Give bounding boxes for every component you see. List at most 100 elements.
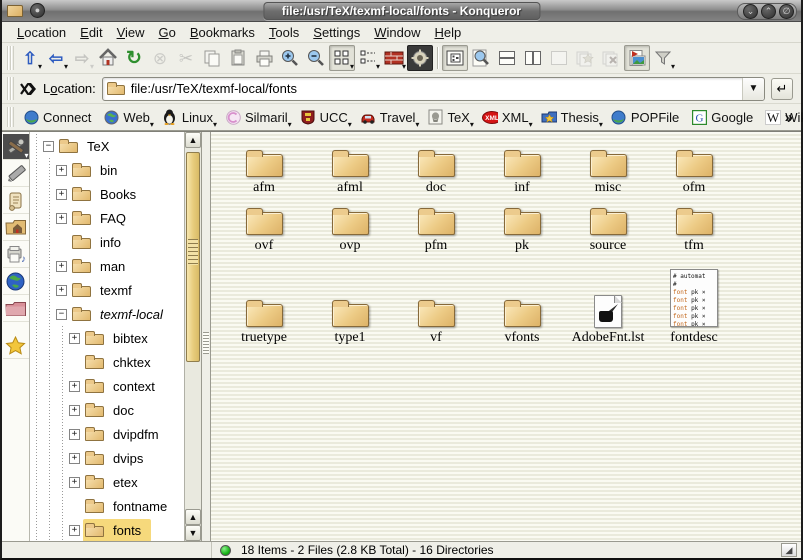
- tree-item-body[interactable]: fonts: [83, 519, 151, 542]
- paste-button[interactable]: [225, 45, 251, 71]
- remove-view-button[interactable]: [546, 45, 572, 71]
- tree-item-body[interactable]: dvips: [83, 447, 153, 470]
- bookmark-silmaril[interactable]: Silmaril▾: [220, 107, 293, 127]
- bookmark-wikipedia[interactable]: WWikipedia: [760, 107, 803, 127]
- menu-go[interactable]: Go: [152, 23, 183, 42]
- copy-button[interactable]: [199, 45, 225, 71]
- menu-bookmarks[interactable]: Bookmarks: [183, 23, 262, 42]
- bookmark-connect[interactable]: Connect: [18, 107, 96, 127]
- menu-tools[interactable]: Tools: [262, 23, 306, 42]
- cut-button[interactable]: ✂: [173, 45, 199, 71]
- tree-expander-expand[interactable]: +: [69, 525, 80, 536]
- tree-item-body[interactable]: TeX: [57, 135, 119, 158]
- scroll-down-button[interactable]: ▼: [185, 525, 201, 541]
- tree-item-texmf[interactable]: +texmf: [30, 278, 184, 302]
- bookmark-bricks-button[interactable]: ▾: [381, 45, 407, 71]
- list-view-button[interactable]: ▾: [355, 45, 381, 71]
- reload-button[interactable]: ↻: [121, 45, 147, 71]
- sidebar-tab-history-scroll[interactable]: [3, 188, 29, 214]
- menu-location[interactable]: Location: [10, 23, 73, 42]
- sidebar-tab-home-folder[interactable]: [3, 215, 29, 241]
- tree-item-man[interactable]: +man: [30, 254, 184, 278]
- menu-settings[interactable]: Settings: [306, 23, 367, 42]
- bookmark-thesis[interactable]: Thesis▾: [536, 107, 604, 127]
- show-navigation-panel-button[interactable]: [442, 45, 468, 71]
- tree-expander-expand[interactable]: +: [69, 405, 80, 416]
- file-item-ofm[interactable]: ofm: [651, 138, 737, 196]
- file-item-misc[interactable]: misc: [565, 138, 651, 196]
- tree-item-dvipdfm[interactable]: +dvipdfm: [30, 422, 184, 446]
- tree-item-texmf-local[interactable]: −texmf-local: [30, 302, 184, 326]
- tree-expander-expand[interactable]: +: [56, 189, 67, 200]
- tree-item-body[interactable]: dvipdfm: [83, 423, 169, 446]
- tree-item-body[interactable]: chktex: [83, 351, 161, 374]
- sidebar-tab-services[interactable]: ♪: [3, 242, 29, 268]
- file-item-pk[interactable]: pk: [479, 196, 565, 254]
- filter-button[interactable]: ▾: [650, 45, 676, 71]
- clear-location-icon[interactable]: [17, 76, 39, 102]
- go-button[interactable]: ↵: [771, 78, 793, 100]
- file-item-ovf[interactable]: ovf: [221, 196, 307, 254]
- tree-item-body[interactable]: etex: [83, 471, 148, 494]
- tree-expander-expand[interactable]: +: [56, 213, 67, 224]
- bookmark-web[interactable]: Web▾: [98, 107, 155, 127]
- tree-item-doc[interactable]: +doc: [30, 398, 184, 422]
- tree-item-Books[interactable]: +Books: [30, 182, 184, 206]
- file-item-afm[interactable]: afm: [221, 138, 307, 196]
- file-item-source[interactable]: source: [565, 196, 651, 254]
- maximize-button[interactable]: ⌃: [761, 4, 776, 19]
- bookmark-ucc[interactable]: UCC▾: [295, 107, 353, 127]
- tree-item-fontname[interactable]: fontname: [30, 494, 184, 518]
- tree-item-body[interactable]: texmf-local: [70, 303, 173, 326]
- tree-expander-expand[interactable]: +: [69, 381, 80, 392]
- tree-item-info[interactable]: info: [30, 230, 184, 254]
- tree-item-bibtex[interactable]: +bibtex: [30, 326, 184, 350]
- tree-expander-expand[interactable]: +: [56, 285, 67, 296]
- tree-item-fonts[interactable]: +fonts: [30, 518, 184, 541]
- file-item-afml[interactable]: afml: [307, 138, 393, 196]
- zoom-in-button[interactable]: [277, 45, 303, 71]
- tree-expander-collapse[interactable]: −: [56, 309, 67, 320]
- new-tab-button[interactable]: [572, 45, 598, 71]
- minimize-button[interactable]: ⌄: [743, 4, 758, 19]
- tree-item-bin[interactable]: +bin: [30, 158, 184, 182]
- split-view-top-bottom-button[interactable]: [494, 45, 520, 71]
- tree-item-body[interactable]: doc: [83, 399, 144, 422]
- tree-item-body[interactable]: bin: [70, 159, 127, 182]
- resize-grip-icon[interactable]: ◢: [781, 543, 797, 557]
- pane-splitter[interactable]: [202, 132, 211, 541]
- titlebar[interactable]: ● file:/usr/TeX/texmf-local/fonts - Konq…: [2, 0, 801, 22]
- sidebar-tab-annotate-pen[interactable]: [3, 161, 29, 187]
- tree-expander-collapse[interactable]: −: [43, 141, 54, 152]
- file-item-type1[interactable]: type1: [307, 254, 393, 346]
- forward-button[interactable]: ⇨▾: [69, 45, 95, 71]
- tree-expander-expand[interactable]: +: [56, 261, 67, 272]
- file-item-vfonts[interactable]: vfonts: [479, 254, 565, 346]
- file-item-doc[interactable]: doc: [393, 138, 479, 196]
- bookmark-travel[interactable]: Travel▾: [355, 107, 421, 127]
- back-button[interactable]: ⇦▾: [43, 45, 69, 71]
- tree-item-body[interactable]: man: [70, 255, 135, 278]
- scroll-up-button[interactable]: ▲: [185, 132, 201, 148]
- image-preview-button[interactable]: [624, 45, 650, 71]
- tree-item-FAQ[interactable]: +FAQ: [30, 206, 184, 230]
- sidebar-tab-system-tools[interactable]: ▾: [3, 134, 29, 160]
- tree-item-body[interactable]: Books: [70, 183, 146, 206]
- tree-scrollbar[interactable]: ▲ ▲ ▼: [184, 132, 201, 541]
- tree-item-chktex[interactable]: chktex: [30, 350, 184, 374]
- tree-item-etex[interactable]: +etex: [30, 470, 184, 494]
- sidebar-tab-root-folder[interactable]: [3, 296, 29, 322]
- bookmark-xml[interactable]: XMLXML▾: [477, 107, 534, 127]
- toolbar-grip[interactable]: [7, 46, 14, 70]
- tree-expander-expand[interactable]: +: [69, 477, 80, 488]
- tree-expander-expand[interactable]: +: [69, 333, 80, 344]
- scroll-up-button-2[interactable]: ▲: [185, 509, 201, 525]
- menu-view[interactable]: View: [110, 23, 152, 42]
- file-item-pfm[interactable]: pfm: [393, 196, 479, 254]
- tree-item-body[interactable]: bibtex: [83, 327, 158, 350]
- tree-item-body[interactable]: texmf: [70, 279, 142, 302]
- tree-expander-expand[interactable]: +: [69, 429, 80, 440]
- toolbar-grip[interactable]: [7, 77, 14, 100]
- tree-item-dvips[interactable]: +dvips: [30, 446, 184, 470]
- zoom-out-button[interactable]: [303, 45, 329, 71]
